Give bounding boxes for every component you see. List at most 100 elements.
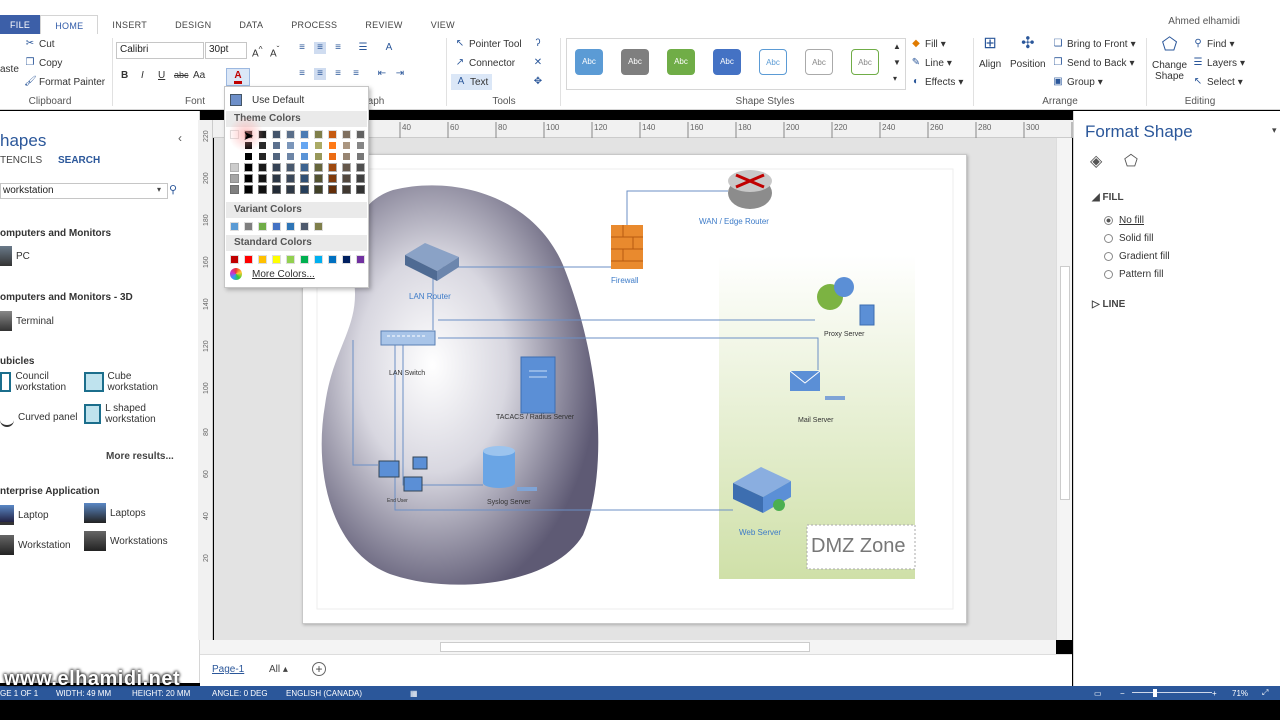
variant-color-swatch[interactable]	[244, 222, 253, 231]
align-bottom-button[interactable]: ≡	[332, 42, 344, 54]
theme-color-shade-swatch[interactable]	[244, 152, 253, 161]
theme-color-swatch[interactable]	[286, 130, 295, 139]
underline-button[interactable]: U	[158, 70, 165, 81]
styles-scroll-down[interactable]: ▼	[893, 58, 901, 67]
presentation-mode-icon[interactable]: ▭	[1094, 689, 1102, 698]
tab-data[interactable]: DATA	[225, 15, 277, 35]
standard-color-swatch[interactable]	[300, 255, 309, 264]
align-left-button[interactable]: ≡	[296, 68, 308, 80]
theme-color-swatch[interactable]	[356, 130, 365, 139]
tab-design[interactable]: DESIGN	[161, 15, 225, 35]
theme-color-shade-swatch[interactable]	[286, 185, 295, 194]
variant-color-swatch[interactable]	[314, 222, 323, 231]
find-button[interactable]: ⚲ Find ▾	[1192, 38, 1234, 50]
send-to-back-button[interactable]: ❐ Send to Back ▾	[1052, 57, 1135, 69]
standard-color-swatch[interactable]	[244, 255, 253, 264]
theme-color-shade-swatch[interactable]	[342, 163, 351, 172]
tab-page-1[interactable]: Page-1	[212, 664, 244, 675]
theme-color-shade-swatch[interactable]	[230, 163, 239, 172]
theme-color-shade-swatch[interactable]	[286, 163, 295, 172]
theme-color-shade-swatch[interactable]	[342, 152, 351, 161]
theme-color-shade-swatch[interactable]	[272, 152, 281, 161]
theme-color-shade-swatch[interactable]	[272, 163, 281, 172]
shape-style-1[interactable]: Abc	[575, 49, 603, 75]
paste-button[interactable]: aste	[0, 64, 19, 75]
theme-color-shade-swatch[interactable]	[258, 185, 267, 194]
stencil-pc[interactable]: PC	[0, 246, 30, 266]
theme-color-shade-swatch[interactable]	[328, 174, 337, 183]
solid-fill-option[interactable]: Solid fill	[1104, 233, 1153, 244]
drawing-page[interactable]: WAN / Edge Router Firewall LAN Router Pr…	[302, 154, 967, 624]
pattern-fill-option[interactable]: Pattern fill	[1104, 269, 1163, 280]
shape-style-7[interactable]: Abc	[851, 49, 879, 75]
format-painter-button[interactable]: 🖌 Format Painter	[24, 76, 105, 88]
theme-color-swatch[interactable]	[272, 130, 281, 139]
stencil-l-shaped-workstation[interactable]: L shaped workstation	[84, 403, 174, 425]
user-name[interactable]: Ahmed elhamidi	[1168, 16, 1240, 27]
bring-to-front-button[interactable]: ❏ Bring to Front ▾	[1052, 38, 1136, 50]
text-tool-button[interactable]: A Text	[451, 74, 493, 90]
close-icon-button[interactable]: ✕	[532, 57, 544, 69]
stencil-council-workstation[interactable]: Council workstation	[0, 371, 80, 393]
variant-color-swatch[interactable]	[272, 222, 281, 231]
theme-color-shade-swatch[interactable]	[300, 174, 309, 183]
theme-color-shade-swatch[interactable]	[286, 152, 295, 161]
use-default-option[interactable]: Use Default	[230, 92, 364, 108]
add-page-icon[interactable]: +	[312, 662, 326, 676]
theme-color-shade-swatch[interactable]	[328, 152, 337, 161]
align-top-button[interactable]: ≡	[296, 42, 308, 54]
search-input[interactable]: workstation	[0, 183, 168, 199]
styles-more[interactable]: ▾	[893, 74, 897, 83]
effects-tab-icon[interactable]: ⬠	[1124, 151, 1138, 171]
theme-color-shade-swatch[interactable]	[314, 152, 323, 161]
theme-color-shade-swatch[interactable]	[356, 152, 365, 161]
theme-color-shade-swatch[interactable]	[300, 163, 309, 172]
shape-style-3[interactable]: Abc	[667, 49, 695, 75]
theme-color-shade-swatch[interactable]	[272, 185, 281, 194]
pointer-tool-button[interactable]: ↖ Pointer Tool	[454, 38, 522, 50]
theme-color-shade-swatch[interactable]	[300, 152, 309, 161]
theme-color-shade-swatch[interactable]	[342, 185, 351, 194]
theme-color-swatch[interactable]	[314, 130, 323, 139]
theme-color-swatch[interactable]	[300, 130, 309, 139]
bold-button[interactable]: B	[121, 70, 128, 81]
shape-style-5[interactable]: Abc	[759, 49, 787, 75]
standard-color-swatch[interactable]	[342, 255, 351, 264]
zoom-slider[interactable]	[1132, 692, 1212, 693]
theme-color-shade-swatch[interactable]	[230, 152, 239, 161]
standard-color-swatch[interactable]	[286, 255, 295, 264]
lasso-select-button[interactable]: ʔ	[532, 38, 544, 50]
theme-color-swatch[interactable]	[342, 130, 351, 139]
shape-style-6[interactable]: Abc	[805, 49, 833, 75]
styles-scroll-up[interactable]: ▲	[893, 42, 901, 51]
copy-button[interactable]: ❐ Copy	[24, 57, 63, 69]
theme-color-shade-swatch[interactable]	[356, 185, 365, 194]
theme-color-shade-swatch[interactable]	[314, 141, 323, 150]
dmz-zone-label[interactable]: DMZ Zone	[811, 535, 905, 558]
connector-button[interactable]: ↗ Connector	[454, 57, 515, 69]
decrease-indent-button[interactable]: ⇤	[376, 68, 388, 80]
gradient-fill-option[interactable]: Gradient fill	[1104, 251, 1170, 262]
font-color-button[interactable]: A	[226, 68, 250, 86]
stencil-cube-workstation[interactable]: Cube workstation	[84, 371, 174, 393]
theme-color-shade-swatch[interactable]	[342, 174, 351, 183]
pane-options-icon[interactable]: ▾	[1272, 125, 1277, 136]
connection-point-button[interactable]: ✥	[532, 76, 544, 88]
theme-color-shade-swatch[interactable]	[272, 174, 281, 183]
grow-font-button[interactable]: A^	[252, 44, 263, 59]
align-right-button[interactable]: ≡	[332, 68, 344, 80]
theme-color-shade-swatch[interactable]	[314, 174, 323, 183]
tab-process[interactable]: PROCESS	[277, 15, 351, 35]
stencil-workstations[interactable]: Workstations	[84, 531, 168, 551]
theme-color-shade-swatch[interactable]	[342, 141, 351, 150]
bullets-button[interactable]: ☰	[357, 42, 369, 54]
lan-switch-shape[interactable]	[380, 330, 436, 346]
theme-color-swatch[interactable]	[328, 130, 337, 139]
variant-color-swatch[interactable]	[300, 222, 309, 231]
theme-color-shade-swatch[interactable]	[230, 174, 239, 183]
more-results-link[interactable]: More results...	[106, 451, 174, 462]
align-middle-button[interactable]: ≡	[314, 42, 326, 54]
fill-section-header[interactable]: ◢ FILL	[1092, 192, 1124, 203]
search-icon[interactable]: ⚲	[169, 183, 177, 196]
justify-button[interactable]: ≡	[350, 68, 362, 80]
